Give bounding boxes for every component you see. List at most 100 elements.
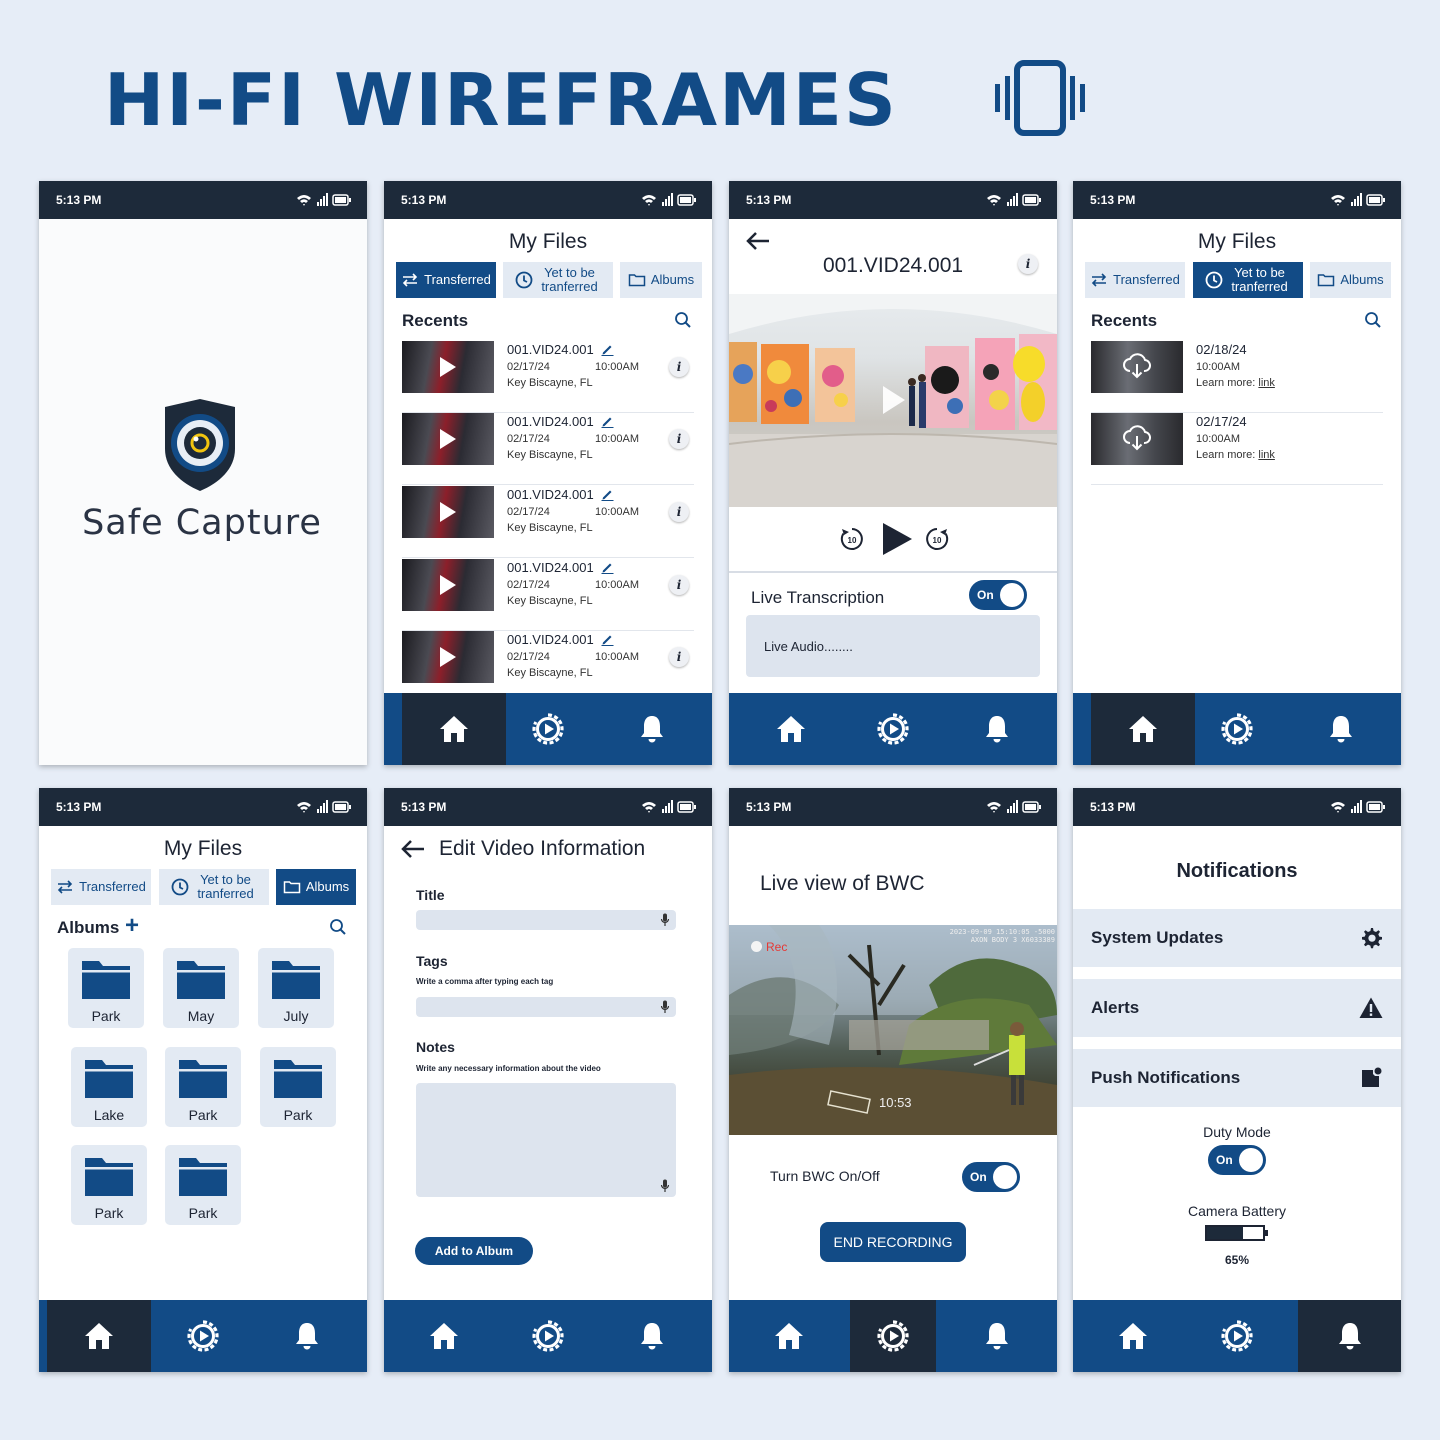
tab-albums[interactable]: Albums [276,869,356,905]
edit-pencil-icon[interactable] [601,415,614,428]
album-folder[interactable]: Park [68,948,144,1028]
nav-recordings[interactable] [1185,693,1289,765]
nav-recordings[interactable] [496,693,600,765]
info-icon[interactable]: i [669,502,689,522]
search-icon[interactable] [1364,311,1382,329]
back-arrow-icon[interactable] [745,230,771,252]
back-arrow-icon[interactable] [400,838,426,860]
file-item[interactable]: 001.VID24.001 02/17/24 10:00AM Key Bisca… [402,341,694,413]
duty-mode-label: Duty Mode [1203,1124,1271,1140]
play-icon [440,429,456,449]
file-item[interactable]: 001.VID24.001 02/17/24 10:00AM Key Bisca… [402,559,694,631]
nav-notifications[interactable] [1298,1300,1401,1372]
live-camera-feed[interactable]: Rec 2023-09-09 15:10:05 -5000 AXON BODY … [729,925,1057,1135]
nav-notifications[interactable] [1289,693,1393,765]
tab-transferred[interactable]: Transferred [51,869,151,905]
end-recording-button[interactable]: END RECORDING [820,1222,966,1262]
album-folder[interactable]: Park [71,1145,147,1225]
title-input[interactable] [416,910,676,930]
nav-notifications[interactable] [600,693,704,765]
info-icon[interactable]: i [1018,254,1038,274]
info-icon[interactable]: i [669,429,689,449]
nav-home[interactable] [402,693,506,765]
video-preview[interactable] [729,294,1057,507]
tab-yet-to-be-transferred[interactable]: Yet to be tranferred [503,262,613,298]
file-item[interactable]: 001.VID24.001 02/17/24 10:00AM Key Bisca… [402,486,694,558]
album-folder[interactable]: Park [165,1145,241,1225]
nav-recordings[interactable] [496,1300,600,1372]
system-updates-row[interactable]: System Updates [1073,909,1401,967]
bwc-power-toggle[interactable]: On [962,1162,1020,1192]
microphone-icon[interactable] [660,1000,670,1014]
microphone-icon[interactable] [660,1179,670,1193]
nav-home[interactable] [1081,1300,1185,1372]
tab-albums[interactable]: Albums [1310,262,1391,298]
learn-more-link[interactable]: link [1258,377,1275,389]
nav-notifications[interactable] [945,693,1049,765]
play-icon[interactable] [880,521,914,557]
album-folder[interactable]: Park [165,1047,241,1127]
tab-yet-to-be-transferred[interactable]: Yet to be tranferred [159,869,269,905]
status-time: 5:13 PM [401,193,447,207]
push-notifications-row[interactable]: Push Notifications [1073,1049,1401,1107]
nav-recordings[interactable] [1185,1300,1289,1372]
duty-mode-toggle[interactable]: On [1208,1145,1266,1175]
edit-pencil-icon[interactable] [601,561,614,574]
info-icon[interactable]: i [669,575,689,595]
transcript-text: Live Audio........ [764,639,853,654]
transfer-arrows-icon [1090,271,1108,289]
tab-albums[interactable]: Albums [620,262,702,298]
replay-icon [1220,1319,1254,1353]
tab-transferred[interactable]: Transferred [396,262,496,298]
tags-input[interactable] [416,997,676,1017]
tab-yet-to-be-transferred[interactable]: Yet to be tranferred [1193,262,1303,298]
gear-icon [1362,928,1382,949]
nav-notifications[interactable] [255,1300,359,1372]
nav-notifications[interactable] [600,1300,704,1372]
edit-pencil-icon[interactable] [601,343,614,356]
transcription-toggle[interactable]: On [969,580,1027,610]
folder-icon [272,1057,324,1101]
alerts-row[interactable]: Alerts [1073,979,1401,1037]
learn-more-text: Learn more: link [1196,377,1275,389]
phone-vibrate-icon [995,60,1085,136]
nav-home[interactable] [392,1300,496,1372]
search-icon[interactable] [329,918,347,936]
nav-home[interactable] [737,1300,841,1372]
status-time: 5:13 PM [56,193,102,207]
microphone-icon[interactable] [660,913,670,927]
edit-pencil-icon[interactable] [601,633,614,646]
file-time: 10:00AM [1196,361,1241,373]
bottom-nav [384,1300,712,1372]
nav-recordings[interactable] [151,1300,255,1372]
nav-home[interactable] [1091,693,1195,765]
file-date: 02/17/24 [507,651,550,663]
album-folder[interactable]: Park [260,1047,336,1127]
info-icon[interactable]: i [669,357,689,377]
album-folder[interactable]: Lake [71,1047,147,1127]
pending-file-item[interactable]: 02/17/24 10:00AM Learn more: link [1091,413,1383,485]
transfer-arrows-icon [56,878,74,896]
skip-forward-icon[interactable]: 10 [925,527,949,551]
pending-file-item[interactable]: 02/18/24 10:00AM Learn more: link [1091,341,1383,413]
nav-recordings[interactable] [850,1300,936,1372]
skip-back-icon[interactable]: 10 [840,527,864,551]
nav-home[interactable] [47,1300,151,1372]
learn-more-link[interactable]: link [1258,449,1275,461]
status-bar: 5:13 PM [729,181,1057,219]
add-album-icon[interactable]: + [125,912,139,940]
search-icon[interactable] [674,311,692,329]
nav-home[interactable] [739,693,843,765]
album-folder[interactable]: July [258,948,334,1028]
info-icon[interactable]: i [669,647,689,667]
svg-text:10: 10 [848,536,857,545]
nav-notifications[interactable] [945,1300,1049,1372]
nav-recordings[interactable] [841,693,945,765]
add-to-album-button[interactable]: Add to Album [415,1237,533,1265]
album-folder[interactable]: May [163,948,239,1028]
tab-transferred[interactable]: Transferred [1085,262,1185,298]
notes-textarea[interactable] [416,1083,676,1197]
file-item[interactable]: 001.VID24.001 02/17/24 10:00AM Key Bisca… [402,413,694,485]
file-name: 001.VID24.001 [507,414,594,429]
edit-pencil-icon[interactable] [601,488,614,501]
